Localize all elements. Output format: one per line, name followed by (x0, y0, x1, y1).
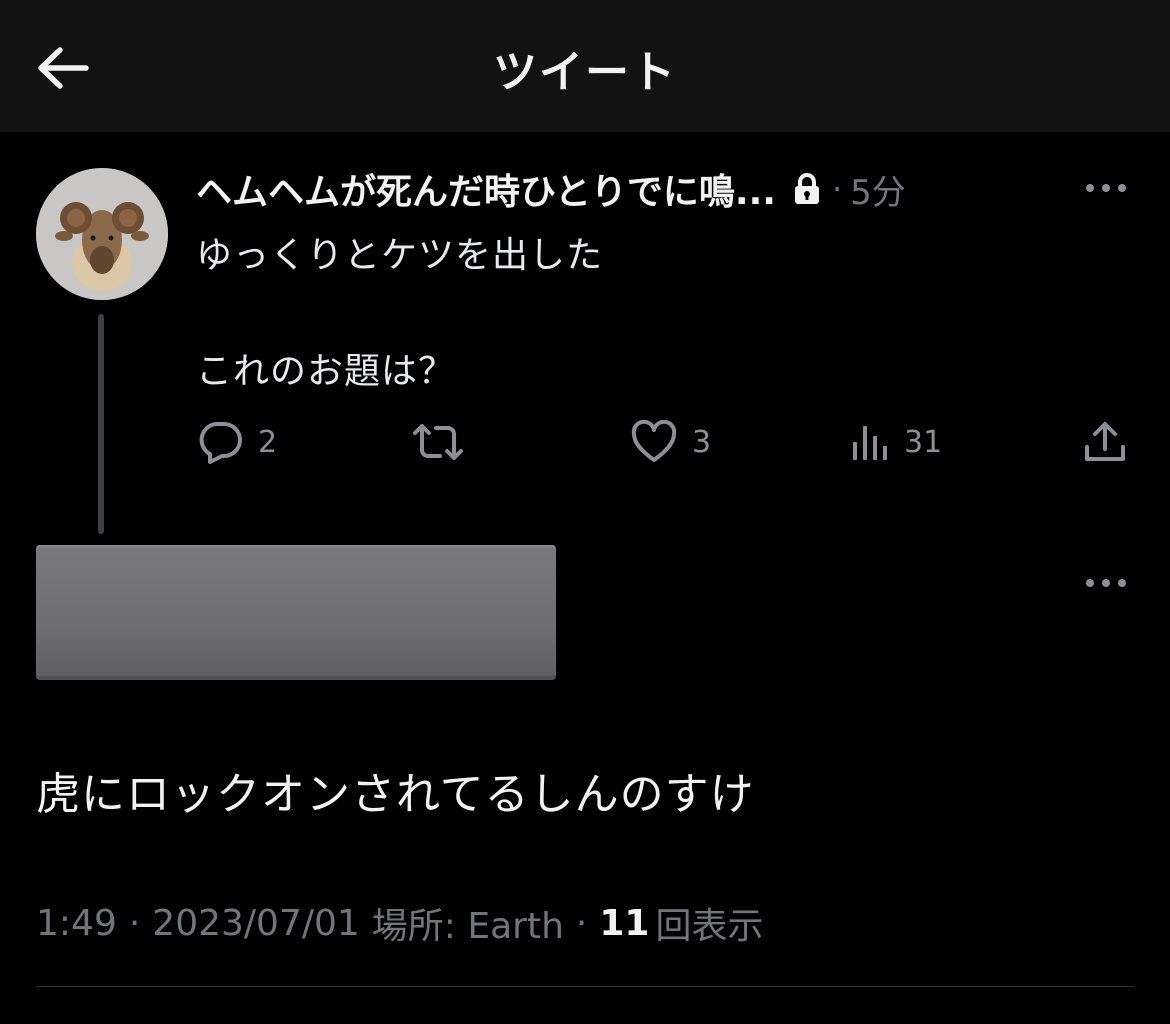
views-button[interactable]: 31 (850, 418, 942, 466)
lock-icon (792, 172, 822, 206)
ram-head-avatar-image (36, 168, 168, 300)
thread-connector-line (98, 314, 104, 534)
share-icon (1085, 422, 1125, 461)
tweet-date[interactable]: 2023/07/01 (152, 903, 360, 944)
like-button[interactable]: 3 (630, 418, 711, 466)
more-horizontal-icon (1086, 579, 1126, 587)
share-button[interactable] (1082, 418, 1128, 466)
tweet-time[interactable]: 1:49 (36, 903, 117, 944)
like-count: 3 (692, 424, 712, 460)
separator-dot: · (831, 170, 843, 208)
top-bar: ツイート (0, 0, 1170, 132)
bar-chart-icon (853, 426, 887, 460)
author-display-name[interactable]: ヘムヘムが死んだ時ひとりでに鳴... (196, 163, 776, 215)
tweet-meta: 1:49 · 2023/07/01 場所: Earth · 11 回表示 (36, 898, 764, 948)
tweet-header: ヘムヘムが死んだ時ひとりでに鳴... · 5分 (196, 163, 906, 215)
page-title: ツイート (493, 47, 677, 98)
tweet-location[interactable]: 場所: Earth (372, 897, 564, 949)
separator-dot: · (128, 902, 141, 944)
tweet-text-line: ゆっくりとケツを出した (196, 235, 604, 276)
separator-dot: · (575, 902, 588, 944)
reply-button[interactable]: 2 (196, 418, 277, 466)
tweet-time-ago[interactable]: 5分 (850, 165, 906, 214)
tweet-text-line: これのお題は？ (196, 351, 456, 392)
reply-icon (199, 422, 242, 464)
view-count: 31 (904, 424, 943, 460)
divider (36, 986, 1134, 987)
views-label: 回表示 (655, 906, 764, 947)
retweet-button[interactable] (412, 418, 464, 466)
retweet-icon (413, 424, 463, 460)
heart-icon (631, 420, 677, 462)
main-tweet-text: 虎にロックオンされてるしんのすけ (36, 769, 755, 820)
main-more-button[interactable] (1078, 563, 1134, 603)
more-horizontal-icon (1086, 184, 1126, 192)
reply-count: 2 (258, 424, 278, 460)
views-count: 11 (599, 902, 650, 944)
redacted-author-block (36, 545, 556, 680)
parent-more-button[interactable] (1078, 168, 1134, 208)
avatar[interactable] (36, 168, 168, 300)
